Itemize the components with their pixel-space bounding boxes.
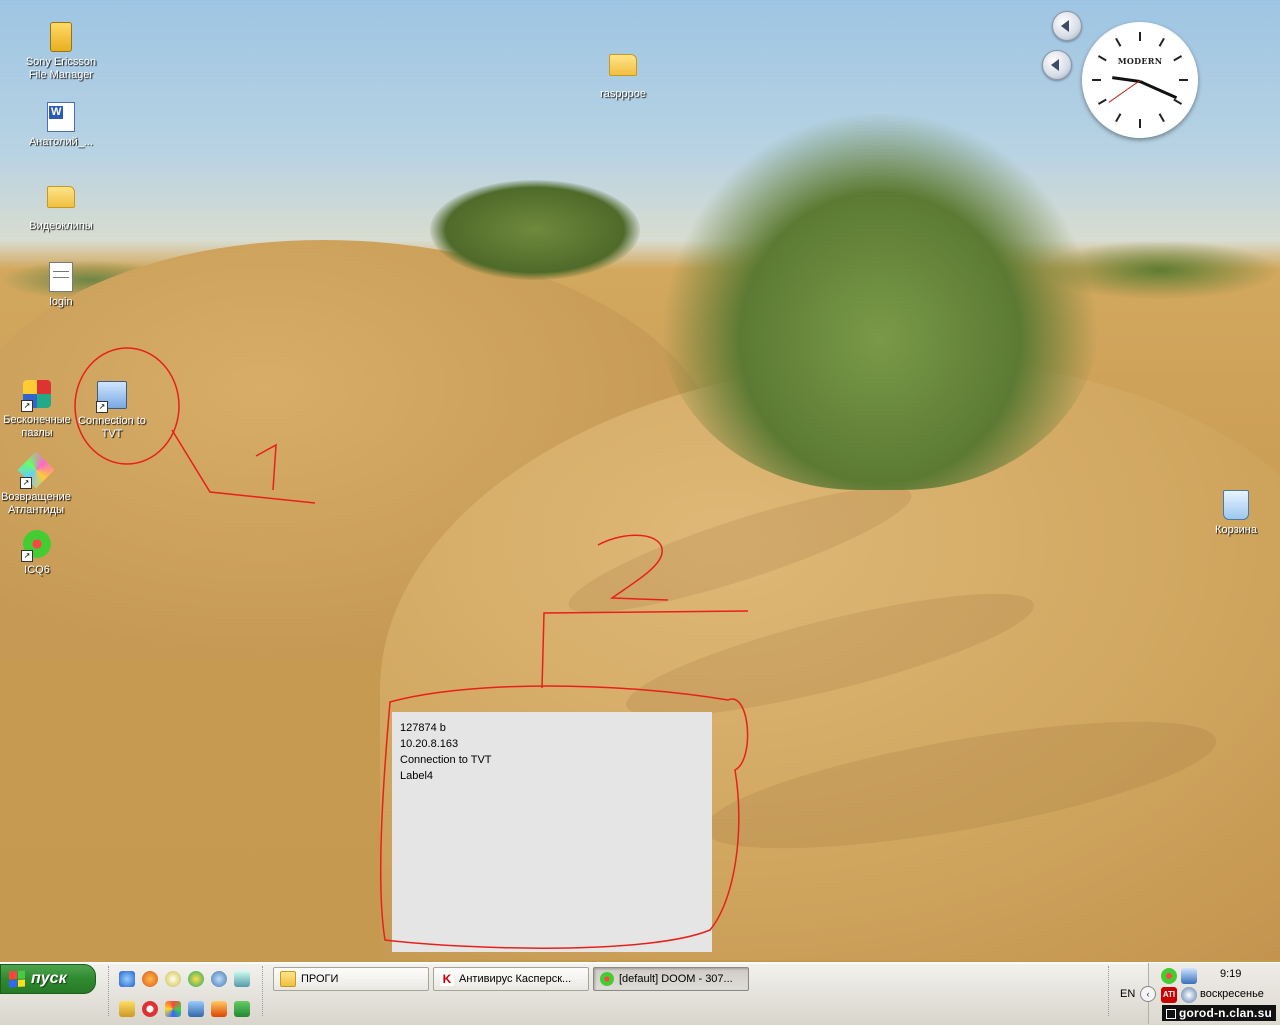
task-button-progi[interactable]: ПРОГИ xyxy=(273,967,429,991)
network-tray-icon[interactable] xyxy=(1181,968,1197,984)
tray-clock-day[interactable]: воскресенье xyxy=(1200,988,1264,1000)
connection-tray-icon[interactable] xyxy=(1181,987,1197,1003)
task-button-doom[interactable]: [default] DOOM - 307... xyxy=(593,967,749,991)
watermark-box-icon xyxy=(1166,1008,1176,1019)
network-globe-icon[interactable] xyxy=(211,971,227,987)
shortcut-arrow-icon: ↗ xyxy=(96,401,108,413)
shortcut-arrow-icon: ↗ xyxy=(21,550,33,562)
connection-name-label: Connection to TVT xyxy=(400,754,492,766)
ip-address-label: 10.20.8.163 xyxy=(400,738,459,750)
internet-explorer-icon[interactable] xyxy=(119,971,135,987)
shortcut-arrow-icon: ↗ xyxy=(20,477,32,489)
desktop-icon-label: Connection to TVT xyxy=(78,415,146,440)
opera-icon[interactable] xyxy=(142,1001,158,1017)
task-button-label: [default] DOOM - 307... xyxy=(619,973,733,985)
clock-tick xyxy=(1092,79,1101,81)
desktop-icon-puzzles[interactable]: ↗ Бесконечные пазлы xyxy=(0,378,77,440)
desktop-icon-label: raspppoe xyxy=(600,88,646,100)
desktop-icon-word-document[interactable]: W Анатолий_... xyxy=(21,100,101,149)
clock-tick xyxy=(1139,32,1141,41)
tray-grip[interactable] xyxy=(1108,966,1112,1016)
desktop-icon-label: Видеоклипы xyxy=(29,220,93,232)
icq-flower-icon: ↗ xyxy=(21,530,53,562)
word-document-icon: W xyxy=(45,102,77,134)
puzzle-game-icon: ↗ xyxy=(21,380,53,412)
grass-tuft xyxy=(430,180,640,280)
bytes-label: 127874 b xyxy=(400,722,446,734)
task-button-kaspersky[interactable]: K Антивирус Касперск... xyxy=(433,967,589,991)
task-button-label: Антивирус Касперск... xyxy=(459,973,572,985)
clock-tick xyxy=(1179,79,1188,81)
clock-tick xyxy=(1115,113,1122,123)
icq-tray-icon[interactable] xyxy=(1161,968,1177,984)
desktop-icon-label: Бесконечные пазлы xyxy=(3,414,71,439)
clock-gadget[interactable]: MODERN xyxy=(1082,22,1198,138)
clock-tick xyxy=(1115,37,1122,47)
desktop-icon-login[interactable]: login xyxy=(21,260,101,309)
shortcut-arrow-icon: ↗ xyxy=(21,400,33,412)
atlantis-game-icon: ↗ xyxy=(17,451,55,489)
desktop-icon-icq6[interactable]: ↗ ICQ6 xyxy=(0,528,77,577)
utility-app-icon[interactable] xyxy=(234,1001,250,1017)
desktop-icon-label: login xyxy=(49,296,73,308)
desktop-icon-connection-tvt[interactable]: ↗ Connection to TVT xyxy=(72,378,152,441)
folder-icon xyxy=(45,186,77,218)
tray-clock-time[interactable]: 9:19 xyxy=(1220,968,1241,980)
show-desktop-icon[interactable] xyxy=(188,1001,204,1017)
desktop-icon-label: Возвращение Атлантиды xyxy=(1,491,71,516)
ati-tray-icon[interactable]: ATI xyxy=(1161,987,1177,1003)
clock-tick xyxy=(1173,98,1183,105)
desktop-icon-recycle-bin[interactable]: Корзина xyxy=(1196,488,1276,537)
clock-tick xyxy=(1158,113,1165,123)
start-button-label: пуск xyxy=(31,970,67,987)
clock-tick xyxy=(1097,98,1107,105)
icq-icon xyxy=(600,972,614,986)
desktop-icon-videoclips[interactable]: Видеоклипы xyxy=(21,180,101,233)
label4: Label4 xyxy=(400,770,434,782)
start-button[interactable]: пуск xyxy=(0,964,96,994)
gadget-back-button[interactable] xyxy=(1052,11,1082,41)
gadget-back-button[interactable] xyxy=(1042,50,1072,80)
watermark-text: gorod-n.clan.su xyxy=(1179,1006,1272,1020)
taskbar-grip[interactable] xyxy=(262,966,266,1016)
clock-second-hand xyxy=(1108,80,1141,103)
desktop-icon-label: Анатолий_... xyxy=(28,136,94,148)
windows-flag-icon xyxy=(9,970,25,988)
network-connection-icon: ↗ xyxy=(96,381,128,413)
desktop-icon-sony-ericsson[interactable]: Sony Ericsson File Manager xyxy=(21,20,101,82)
clock-tick xyxy=(1139,119,1141,128)
recycle-bin-icon xyxy=(1220,490,1252,522)
desktop-icon-label: ICQ6 xyxy=(24,564,50,576)
text-file-icon xyxy=(45,262,77,294)
messenger-icon[interactable] xyxy=(119,1001,135,1017)
chrome-icon[interactable] xyxy=(188,971,204,987)
firefox-icon[interactable] xyxy=(142,971,158,987)
media-player-icon[interactable] xyxy=(165,971,181,987)
desert-bush xyxy=(660,110,1100,490)
quick-launch-grip[interactable] xyxy=(108,966,112,1016)
desktop-icon-raspppoe[interactable]: raspppoe xyxy=(583,48,663,101)
desktop-icon-atlantis[interactable]: ↗ Возвращение Атлантиды xyxy=(0,451,76,517)
task-button-label: ПРОГИ xyxy=(301,973,339,985)
clock-tick xyxy=(1158,37,1165,47)
folder-icon xyxy=(607,54,639,86)
phone-folder-icon xyxy=(45,22,77,54)
language-indicator[interactable]: EN xyxy=(1120,988,1135,1000)
show-hidden-icons-chevron-icon[interactable]: ‹ xyxy=(1140,986,1156,1002)
refresh-app-icon[interactable] xyxy=(234,971,250,987)
desktop-icon-label: Корзина xyxy=(1215,524,1257,536)
kaspersky-icon: K xyxy=(440,972,454,986)
download-manager-icon[interactable] xyxy=(211,1001,227,1017)
clock-minute-hand xyxy=(1139,80,1178,100)
site-watermark: gorod-n.clan.su xyxy=(1162,1005,1276,1021)
desktop-icon-label: Sony Ericsson File Manager xyxy=(25,56,97,81)
folder-icon xyxy=(280,971,296,987)
windows-app-icon[interactable] xyxy=(165,1001,181,1017)
label-info-panel: 127874 b 10.20.8.163 Connection to TVT L… xyxy=(392,712,712,952)
